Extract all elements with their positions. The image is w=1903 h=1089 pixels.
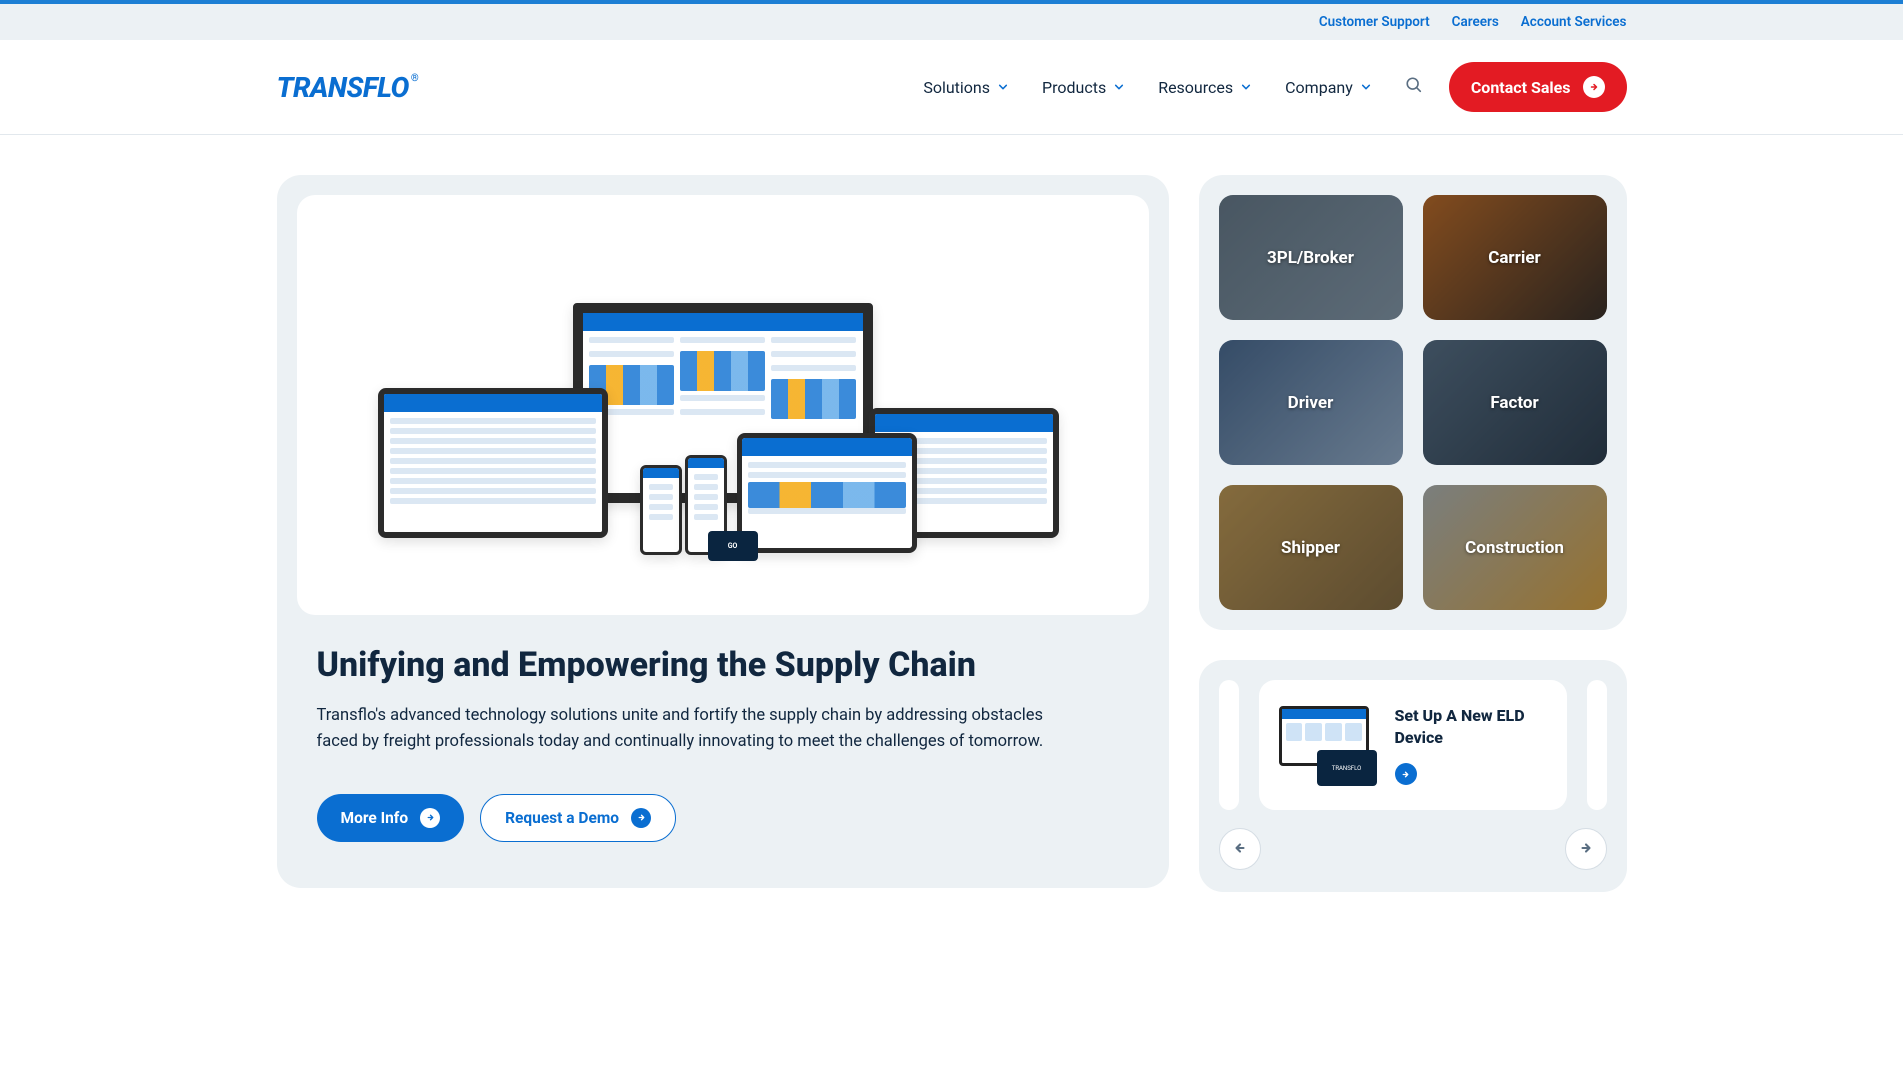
arrow-left-icon [1233, 840, 1247, 859]
nav-products[interactable]: Products [1042, 78, 1124, 97]
request-demo-button[interactable]: Request a Demo [480, 794, 676, 842]
nav-resources[interactable]: Resources [1158, 78, 1251, 97]
category-tile-3pl-broker[interactable]: 3PL/Broker [1219, 195, 1403, 320]
search-button[interactable] [1405, 76, 1423, 98]
category-label: Driver [1288, 393, 1334, 413]
device-tablet-mockup [737, 433, 917, 553]
carousel-item-arrow-button[interactable] [1395, 763, 1417, 785]
carousel-item-image: TRANSFLO [1279, 700, 1379, 790]
device-phone-mockup [640, 465, 682, 555]
category-label: Factor [1490, 393, 1538, 413]
category-tile-factor[interactable]: Factor [1423, 340, 1607, 465]
category-label: Shipper [1281, 538, 1340, 558]
category-tile-driver[interactable]: Driver [1219, 340, 1403, 465]
device-eld-mockup: GO [708, 531, 758, 561]
nav-label: Solutions [923, 78, 990, 97]
hero-description: Transflo's advanced technology solutions… [317, 703, 1057, 756]
carousel-peek-prev [1219, 680, 1239, 810]
utility-nav: Customer Support Careers Account Service… [0, 4, 1903, 40]
button-label: Request a Demo [505, 809, 619, 827]
chevron-down-icon [1114, 82, 1124, 92]
carousel-item[interactable]: TRANSFLO Set Up A New ELD Device [1259, 680, 1567, 810]
util-link-careers[interactable]: Careers [1452, 14, 1499, 30]
util-link-customer-support[interactable]: Customer Support [1319, 14, 1430, 30]
button-label: More Info [341, 809, 409, 827]
arrow-right-icon [1579, 840, 1593, 859]
category-tile-shipper[interactable]: Shipper [1219, 485, 1403, 610]
carousel-prev-button[interactable] [1219, 828, 1261, 870]
carousel-next-button[interactable] [1565, 828, 1607, 870]
chevron-down-icon [1241, 82, 1251, 92]
search-icon [1405, 76, 1423, 98]
nav-company[interactable]: Company [1285, 78, 1371, 97]
arrow-right-icon [1583, 76, 1605, 98]
contact-sales-button[interactable]: Contact Sales [1449, 62, 1627, 112]
category-label: 3PL/Broker [1267, 248, 1354, 268]
category-tile-carrier[interactable]: Carrier [1423, 195, 1607, 320]
more-info-button[interactable]: More Info [317, 794, 465, 842]
nav-label: Products [1042, 78, 1106, 97]
arrow-right-icon [1401, 764, 1410, 783]
logo-trademark: ® [411, 73, 418, 84]
main-nav: TRANSFLO ® Solutions Products Resources … [0, 40, 1903, 135]
carousel-card: TRANSFLO Set Up A New ELD Device [1199, 660, 1627, 892]
carousel-peek-next [1587, 680, 1607, 810]
category-card: 3PL/Broker Carrier Driver Factor Shipper… [1199, 175, 1627, 630]
hero-title: Unifying and Empowering the Supply Chain [317, 645, 1129, 685]
cta-label: Contact Sales [1471, 78, 1571, 97]
hero-product-image: GO [297, 195, 1149, 615]
util-link-account-services[interactable]: Account Services [1521, 14, 1627, 30]
category-tile-construction[interactable]: Construction [1423, 485, 1607, 610]
nav-label: Resources [1158, 78, 1233, 97]
device-laptop-mockup [378, 388, 608, 538]
chevron-down-icon [998, 82, 1008, 92]
page-content: GO Unifying and Empowering the Supply Ch… [257, 135, 1647, 952]
hero-card: GO Unifying and Empowering the Supply Ch… [277, 175, 1169, 888]
nav-label: Company [1285, 78, 1353, 97]
carousel-item-title: Set Up A New ELD Device [1395, 705, 1547, 748]
sidebar: 3PL/Broker Carrier Driver Factor Shipper… [1199, 175, 1627, 892]
category-label: Carrier [1488, 248, 1541, 268]
logo-text: TRANSFLO [277, 71, 409, 104]
arrow-right-icon [631, 808, 651, 828]
arrow-right-icon [420, 808, 440, 828]
category-label: Construction [1465, 538, 1564, 558]
chevron-down-icon [1361, 82, 1371, 92]
nav-solutions[interactable]: Solutions [923, 78, 1008, 97]
logo[interactable]: TRANSFLO ® [277, 71, 419, 104]
